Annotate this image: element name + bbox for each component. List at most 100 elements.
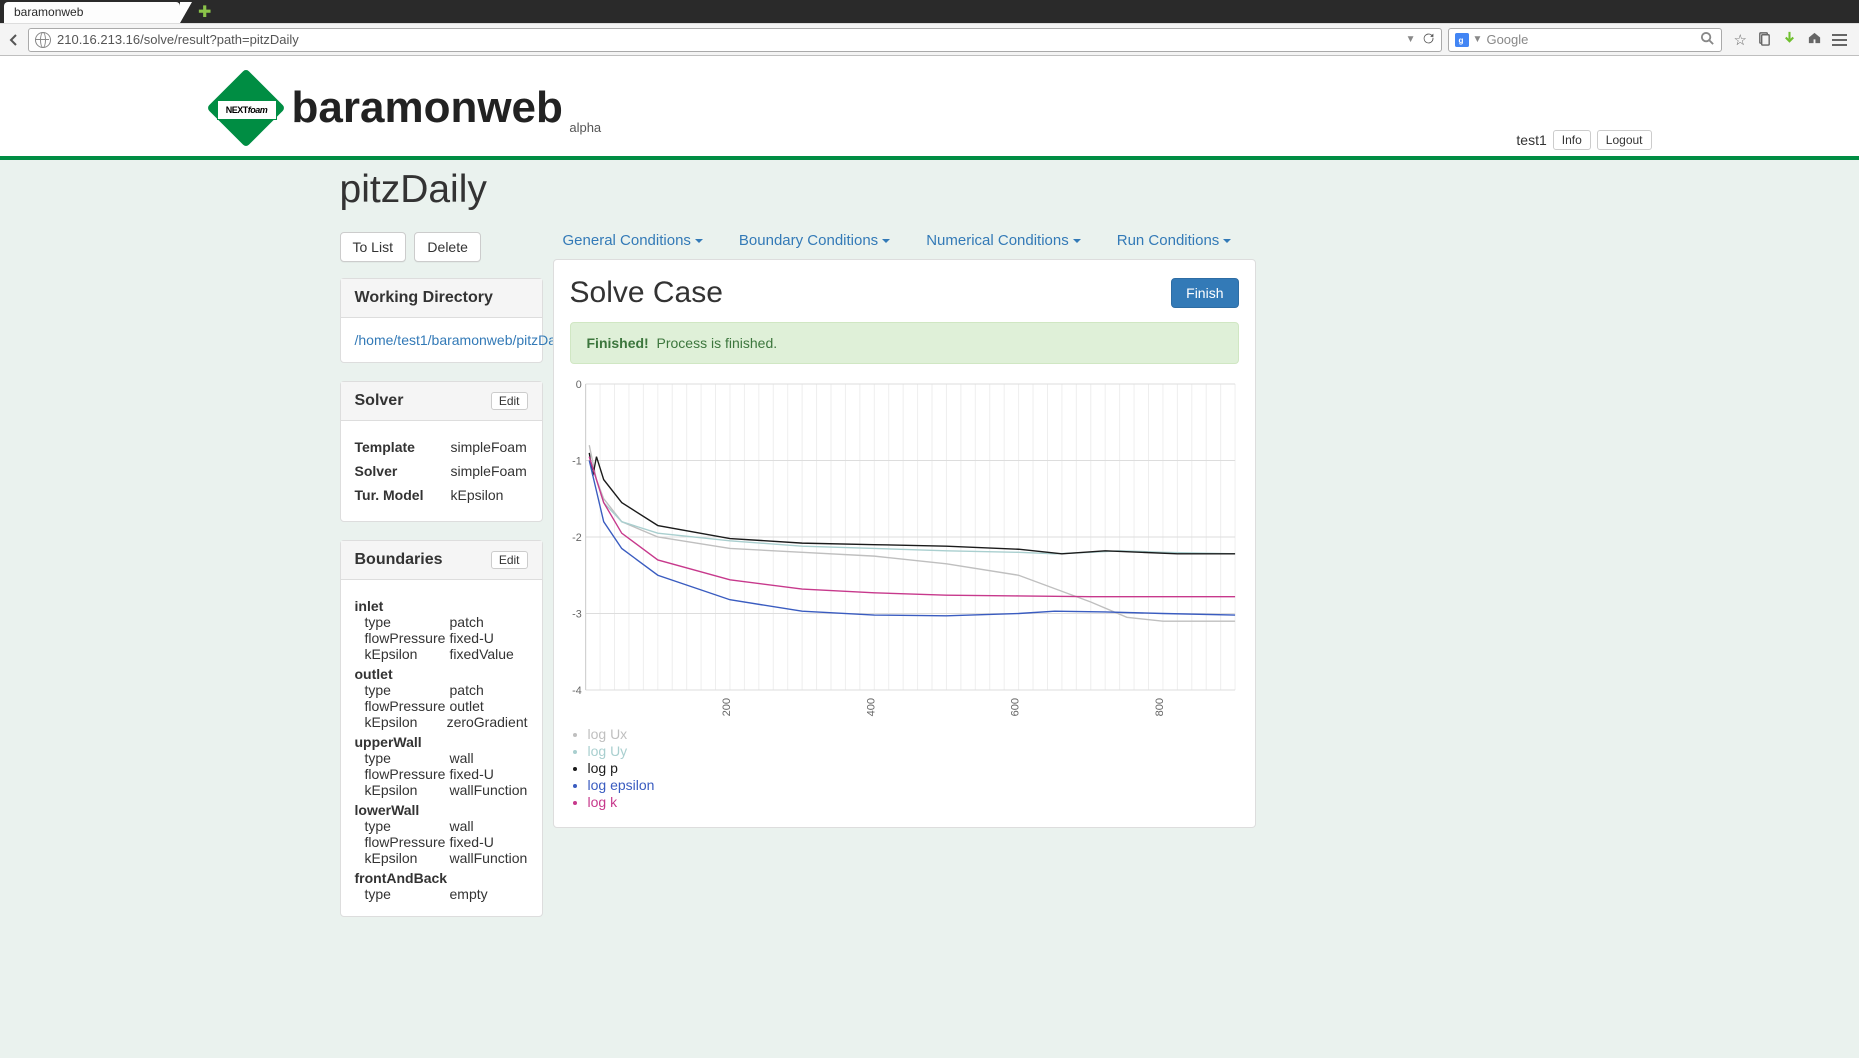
google-icon: g (1455, 33, 1469, 47)
legend-item[interactable]: log Ux (588, 726, 1239, 742)
browser-tab[interactable]: baramonweb (4, 2, 180, 23)
boundary-prop-key: type (365, 614, 450, 630)
solver-row-val: simpleFoam (451, 435, 528, 459)
search-field[interactable]: g ▼ Google (1448, 28, 1722, 52)
legend-item[interactable]: log epsilon (588, 777, 1239, 793)
user-name: test1 (1516, 132, 1546, 148)
home-icon[interactable] (1807, 30, 1822, 49)
reload-button[interactable] (1422, 32, 1435, 48)
logout-button[interactable]: Logout (1597, 130, 1652, 150)
svg-text:-3: -3 (572, 608, 582, 620)
boundaries-panel: Boundaries Edit inlettypepatchflowPressu… (340, 540, 543, 917)
boundary-prop-val: fixedValue (450, 646, 514, 662)
downloads-icon[interactable] (1782, 30, 1797, 49)
boundary-prop: flowPressureoutlet (355, 698, 528, 714)
boundary-prop: kEpsilonwallFunction (355, 850, 528, 866)
boundary-prop-val: zeroGradient (447, 714, 528, 730)
solver-edit-button[interactable]: Edit (491, 392, 528, 410)
boundary-prop-val: fixed-U (450, 630, 494, 646)
brand-name: baramonweb (292, 83, 563, 132)
solve-card: Solve Case Finish Finished! Process is f… (553, 259, 1256, 828)
solver-row-val: kEpsilon (451, 483, 528, 507)
search-dropdown-icon[interactable]: ▼ (1473, 34, 1483, 45)
search-placeholder: Google (1486, 32, 1528, 47)
boundary-prop-key: type (365, 682, 450, 698)
brand: NEXTfoam baramonweb alpha (208, 70, 602, 146)
solver-row-val: simpleFoam (451, 459, 528, 483)
tab-title: baramonweb (14, 5, 83, 19)
info-button[interactable]: Info (1553, 130, 1591, 150)
boundary-prop-val: patch (450, 614, 484, 630)
boundary-prop: kEpsilonwallFunction (355, 782, 528, 798)
boundary-prop: typeempty (355, 886, 528, 902)
nav-tab[interactable]: General Conditions (563, 232, 703, 249)
nav-tab[interactable]: Boundary Conditions (739, 232, 890, 249)
boundary-prop-key: kEpsilon (365, 782, 450, 798)
boundary-prop: flowPressurefixed-U (355, 630, 528, 646)
legend-item[interactable]: log k (588, 794, 1239, 810)
legend-item[interactable]: log p (588, 760, 1239, 776)
boundaries-edit-button[interactable]: Edit (491, 551, 528, 569)
svg-text:600: 600 (1009, 698, 1021, 716)
back-button[interactable] (6, 32, 22, 48)
menu-icon[interactable] (1832, 34, 1847, 46)
legend-label: log epsilon (588, 777, 655, 793)
boundaries-heading: Boundaries (355, 551, 443, 569)
solve-card-title: Solve Case (570, 276, 723, 310)
solver-row: Tur. ModelkEpsilon (355, 483, 528, 507)
new-tab-button[interactable]: ✚ (198, 2, 211, 23)
delete-button[interactable]: Delete (414, 232, 480, 262)
solver-row-key: Solver (355, 459, 451, 483)
boundary-prop: kEpsilonfixedValue (355, 646, 528, 662)
brand-suffix: alpha (569, 120, 601, 135)
boundary-prop-key: type (365, 750, 450, 766)
boundary-name: frontAndBack (355, 870, 528, 886)
clipboard-icon[interactable] (1757, 31, 1772, 49)
legend-label: log Ux (588, 726, 628, 742)
nav-tab[interactable]: Run Conditions (1117, 232, 1232, 249)
boundary-prop-key: flowPressure (365, 834, 450, 850)
bookmark-icon[interactable]: ☆ (1734, 31, 1747, 49)
alert-strong: Finished! (587, 335, 649, 351)
solver-row-key: Template (355, 435, 451, 459)
boundary-prop-key: flowPressure (365, 698, 450, 714)
nav-tab-label: General Conditions (563, 232, 691, 249)
svg-text:0: 0 (575, 379, 581, 391)
legend-label: log k (588, 794, 618, 810)
chevron-down-icon (1223, 239, 1231, 243)
nav-tab[interactable]: Numerical Conditions (926, 232, 1081, 249)
status-alert: Finished! Process is finished. (570, 322, 1239, 364)
boundary-prop: typewall (355, 750, 528, 766)
solver-row: TemplatesimpleFoam (355, 435, 528, 459)
boundary-name: inlet (355, 598, 528, 614)
boundary-name: outlet (355, 666, 528, 682)
finish-button[interactable]: Finish (1171, 278, 1238, 308)
boundary-prop-key: flowPressure (365, 630, 450, 646)
boundary-prop-val: fixed-U (450, 834, 494, 850)
working-directory-heading: Working Directory (355, 289, 493, 307)
svg-text:-4: -4 (572, 685, 582, 697)
solver-heading: Solver (355, 392, 404, 410)
boundary-prop: flowPressurefixed-U (355, 834, 528, 850)
boundary-prop-key: kEpsilon (365, 850, 450, 866)
boundary-prop-val: outlet (450, 698, 484, 714)
boundary-prop-val: wall (450, 750, 474, 766)
nav-tab-label: Numerical Conditions (926, 232, 1069, 249)
boundary-prop: typepatch (355, 614, 528, 630)
dropdown-icon[interactable]: ▼ (1406, 34, 1416, 45)
nav-tab-label: Boundary Conditions (739, 232, 878, 249)
boundary-prop: kEpsilonzeroGradient (355, 714, 528, 730)
boundary-prop-val: fixed-U (450, 766, 494, 782)
boundary-prop-val: wallFunction (450, 850, 528, 866)
residuals-chart: 0-1-2-3-4200400600800 (570, 378, 1239, 718)
search-icon[interactable] (1700, 31, 1715, 49)
page-title: pitzDaily (340, 168, 1256, 212)
svg-text:400: 400 (865, 698, 877, 716)
legend-item[interactable]: log Uy (588, 743, 1239, 759)
boundary-prop-val: wallFunction (450, 782, 528, 798)
working-directory-link[interactable]: /home/test1/baramonweb/pitzDaily (355, 332, 570, 348)
svg-text:-1: -1 (572, 455, 582, 467)
svg-text:800: 800 (1154, 698, 1166, 716)
url-field[interactable]: 210.16.213.16/solve/result?path=pitzDail… (28, 28, 1442, 52)
to-list-button[interactable]: To List (340, 232, 406, 262)
